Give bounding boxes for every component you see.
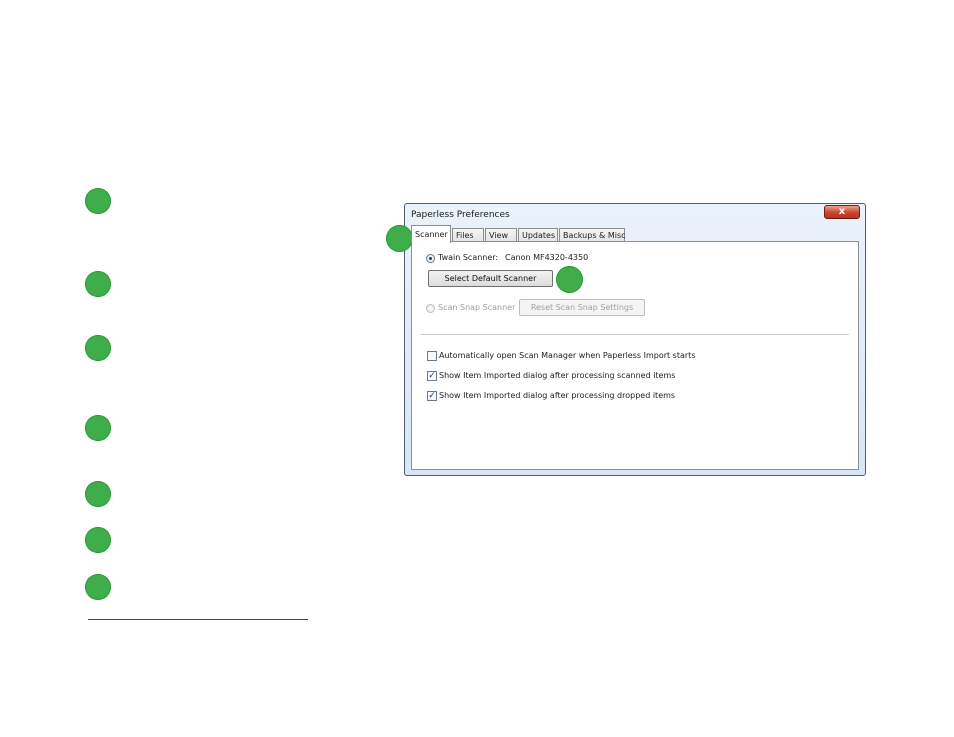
tab-files[interactable]: Files: [452, 228, 484, 242]
twain-scanner-value: Canon MF4320-4350: [505, 253, 589, 262]
callout-marker-4: [85, 415, 111, 441]
tab-updates[interactable]: Updates: [518, 228, 558, 242]
auto-open-scan-manager-label: Automatically open Scan Manager when Pap…: [439, 351, 696, 360]
close-button[interactable]: x: [824, 205, 860, 219]
callout-marker-1: [85, 188, 111, 214]
link-underline: [88, 619, 308, 620]
twain-scanner-label: Twain Scanner:: [438, 253, 499, 262]
twain-scanner-radio[interactable]: [426, 254, 435, 263]
callout-marker-3: [85, 335, 111, 361]
window-title: Paperless Preferences: [411, 210, 510, 220]
reset-scan-snap-settings-button[interactable]: Reset Scan Snap Settings: [519, 299, 645, 316]
show-dialog-dropped-checkbox[interactable]: ✓: [427, 391, 437, 401]
callout-marker-select-scanner: [556, 266, 583, 293]
callout-marker-6: [85, 527, 111, 553]
close-icon: x: [838, 206, 846, 217]
preferences-window: Paperless Preferences x Scanner Files Vi…: [404, 203, 866, 476]
title-bar: Paperless Preferences x: [405, 204, 865, 226]
callout-marker-tabs: [386, 225, 413, 252]
section-divider: [421, 334, 849, 335]
tab-view[interactable]: View: [485, 228, 517, 242]
show-dialog-scanned-checkbox[interactable]: ✓: [427, 371, 437, 381]
check-icon: ✓: [428, 391, 436, 401]
scanner-tab-panel: Twain Scanner: Canon MF4320-4350 Select …: [411, 241, 859, 470]
callout-marker-5: [85, 481, 111, 507]
show-dialog-scanned-label: Show Item Imported dialog after processi…: [439, 371, 676, 380]
callout-marker-7: [85, 574, 111, 600]
auto-open-scan-manager-checkbox[interactable]: [427, 351, 437, 361]
show-dialog-dropped-label: Show Item Imported dialog after processi…: [439, 391, 676, 400]
callout-marker-2: [85, 271, 111, 297]
scan-snap-scanner-radio[interactable]: [426, 304, 435, 313]
select-default-scanner-button[interactable]: Select Default Scanner: [428, 270, 553, 287]
scan-snap-scanner-label: Scan Snap Scanner: [438, 303, 516, 312]
tab-backups-misc[interactable]: Backups & Misc: [559, 228, 626, 242]
tab-scanner[interactable]: Scanner: [411, 225, 451, 243]
check-icon: ✓: [428, 371, 436, 381]
